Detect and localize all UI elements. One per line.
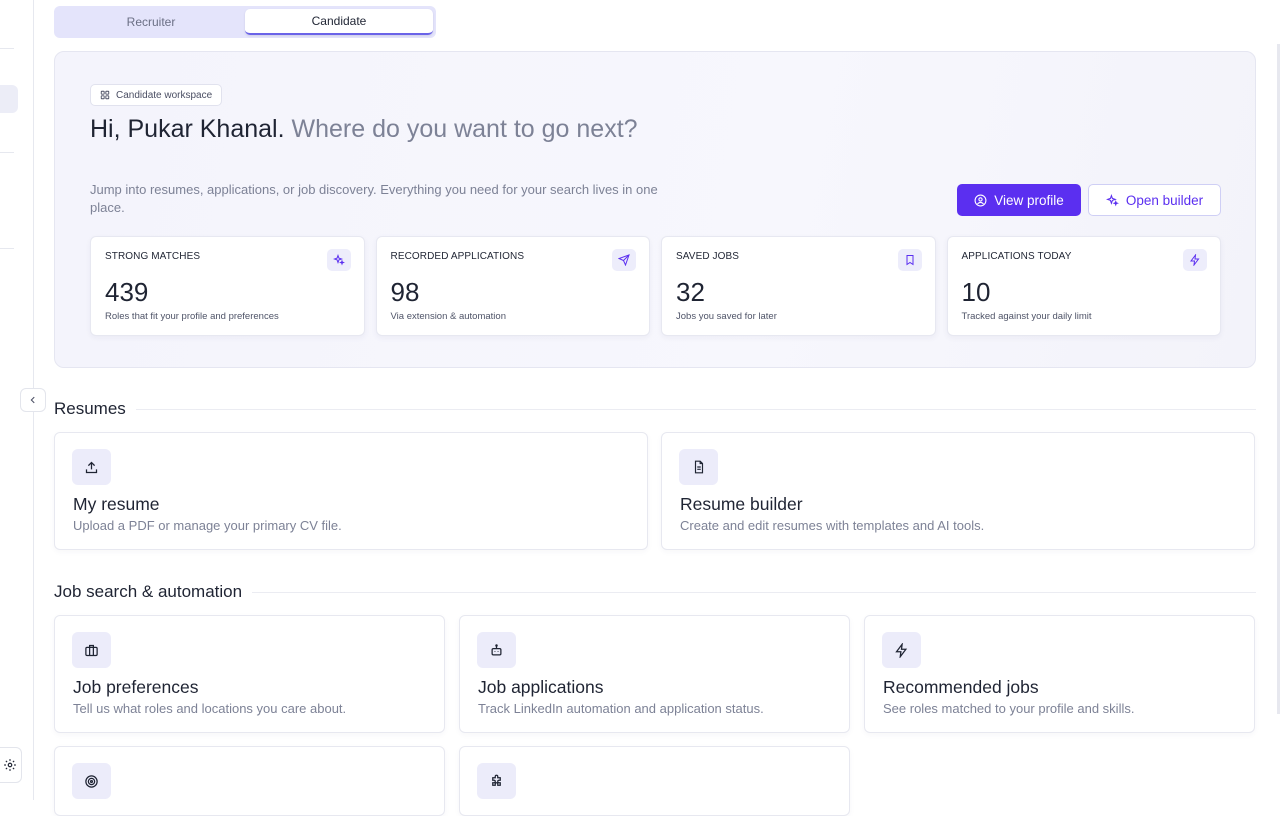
workspace-badge: Candidate workspace xyxy=(90,84,223,106)
settings-button[interactable] xyxy=(0,747,22,783)
card-extension[interactable] xyxy=(459,746,850,816)
stat-value: 439 xyxy=(105,277,149,307)
grid-icon xyxy=(100,90,110,100)
stats-row: STRONG MATCHES 439 Roles that fit your p… xyxy=(90,236,1221,336)
card-desc: Tell us what roles and locations you car… xyxy=(73,701,347,716)
stat-value: 98 xyxy=(390,277,420,307)
open-builder-button[interactable]: Open builder xyxy=(1088,184,1221,216)
section-title: Job search & automation xyxy=(54,582,243,601)
tab-recruiter[interactable]: Recruiter xyxy=(57,9,245,35)
section-resumes-header: Resumes xyxy=(54,399,1256,419)
sparkles-icon xyxy=(326,249,351,271)
bookmark-icon xyxy=(897,249,922,271)
card-resume-builder[interactable]: Resume builder Create and edit resumes w… xyxy=(661,432,1255,550)
target-icon xyxy=(72,763,111,799)
lightning-icon xyxy=(882,632,921,668)
lightning-icon xyxy=(1183,249,1207,271)
stat-label: APPLICATIONS TODAY xyxy=(961,251,1072,262)
stat-desc: Roles that fit your profile and preferen… xyxy=(105,311,279,322)
sparkles-icon xyxy=(1105,193,1119,206)
open-builder-label: Open builder xyxy=(1125,192,1204,208)
workspace-badge-label: Candidate workspace xyxy=(116,89,213,101)
card-title: Recommended jobs xyxy=(883,677,1039,697)
section-title: Resumes xyxy=(54,399,126,418)
card-desc: Upload a PDF or manage your primary CV f… xyxy=(73,518,342,533)
stat-desc: Tracked against your daily limit xyxy=(961,311,1092,322)
sidebar-divider xyxy=(0,152,14,153)
view-profile-button[interactable]: View profile xyxy=(957,184,1081,216)
card-title: My resume xyxy=(73,494,160,514)
robot-icon xyxy=(477,632,516,668)
stat-card-strong-matches[interactable]: STRONG MATCHES 439 Roles that fit your p… xyxy=(90,236,365,336)
sidebar-collapse-button[interactable] xyxy=(20,388,46,412)
divider xyxy=(135,408,1256,410)
stat-desc: Via extension & automation xyxy=(390,311,506,322)
stat-value: 32 xyxy=(676,277,705,307)
section-automation-header: Job search & automation xyxy=(54,582,1256,602)
card-desc: Track LinkedIn automation and applicatio… xyxy=(478,701,764,716)
greeting-question: Where do you want to go next? xyxy=(291,115,638,143)
stat-value: 10 xyxy=(961,277,991,307)
puzzle-icon xyxy=(477,763,516,799)
card-job-applications[interactable]: Job applications Track LinkedIn automati… xyxy=(459,615,850,733)
card-job-preferences[interactable]: Job preferences Tell us what roles and l… xyxy=(54,615,445,733)
stat-card-saved-jobs[interactable]: SAVED JOBS 32 Jobs you saved for later xyxy=(661,236,936,336)
chevron-left-icon xyxy=(30,396,35,404)
sidebar-divider xyxy=(0,248,14,249)
card-target[interactable] xyxy=(54,746,445,816)
stat-desc: Jobs you saved for later xyxy=(676,311,777,322)
gear-icon xyxy=(4,759,16,771)
tab-candidate[interactable]: Candidate xyxy=(245,9,433,35)
page-title: Hi, Pukar Khanal. Where do you want to g… xyxy=(90,115,650,143)
mode-switch: Recruiter Candidate xyxy=(54,6,436,38)
user-circle-icon xyxy=(974,194,987,206)
stat-card-recorded-applications[interactable]: RECORDED APPLICATIONS 98 Via extension &… xyxy=(375,236,650,336)
stat-card-applications-today[interactable]: APPLICATIONS TODAY 10 Tracked against yo… xyxy=(946,236,1221,336)
hero-subtitle: Jump into resumes, applications, or job … xyxy=(90,182,658,215)
card-title: Resume builder xyxy=(680,494,803,514)
document-icon xyxy=(679,449,718,485)
card-title: Job preferences xyxy=(73,677,199,697)
sidebar-active-item[interactable] xyxy=(0,85,18,113)
card-my-resume[interactable]: My resume Upload a PDF or manage your pr… xyxy=(54,432,648,550)
card-desc: See roles matched to your profile and sk… xyxy=(883,701,1135,716)
send-icon xyxy=(612,249,636,271)
stat-label: SAVED JOBS xyxy=(676,251,740,262)
briefcase-icon xyxy=(72,632,111,668)
view-profile-label: View profile xyxy=(994,192,1064,208)
greeting: Hi, Pukar Khanal. xyxy=(90,115,285,143)
upload-icon xyxy=(72,449,111,485)
stat-label: STRONG MATCHES xyxy=(105,251,201,262)
card-desc: Create and edit resumes with templates a… xyxy=(680,518,985,533)
card-recommended-jobs[interactable]: Recommended jobs See roles matched to yo… xyxy=(864,615,1255,733)
stat-label: RECORDED APPLICATIONS xyxy=(390,251,525,262)
card-title: Job applications xyxy=(478,677,604,697)
sidebar-divider xyxy=(0,48,14,49)
divider xyxy=(252,591,1256,593)
hero-panel: Candidate workspace Hi, Pukar Khanal. Wh… xyxy=(54,51,1256,368)
